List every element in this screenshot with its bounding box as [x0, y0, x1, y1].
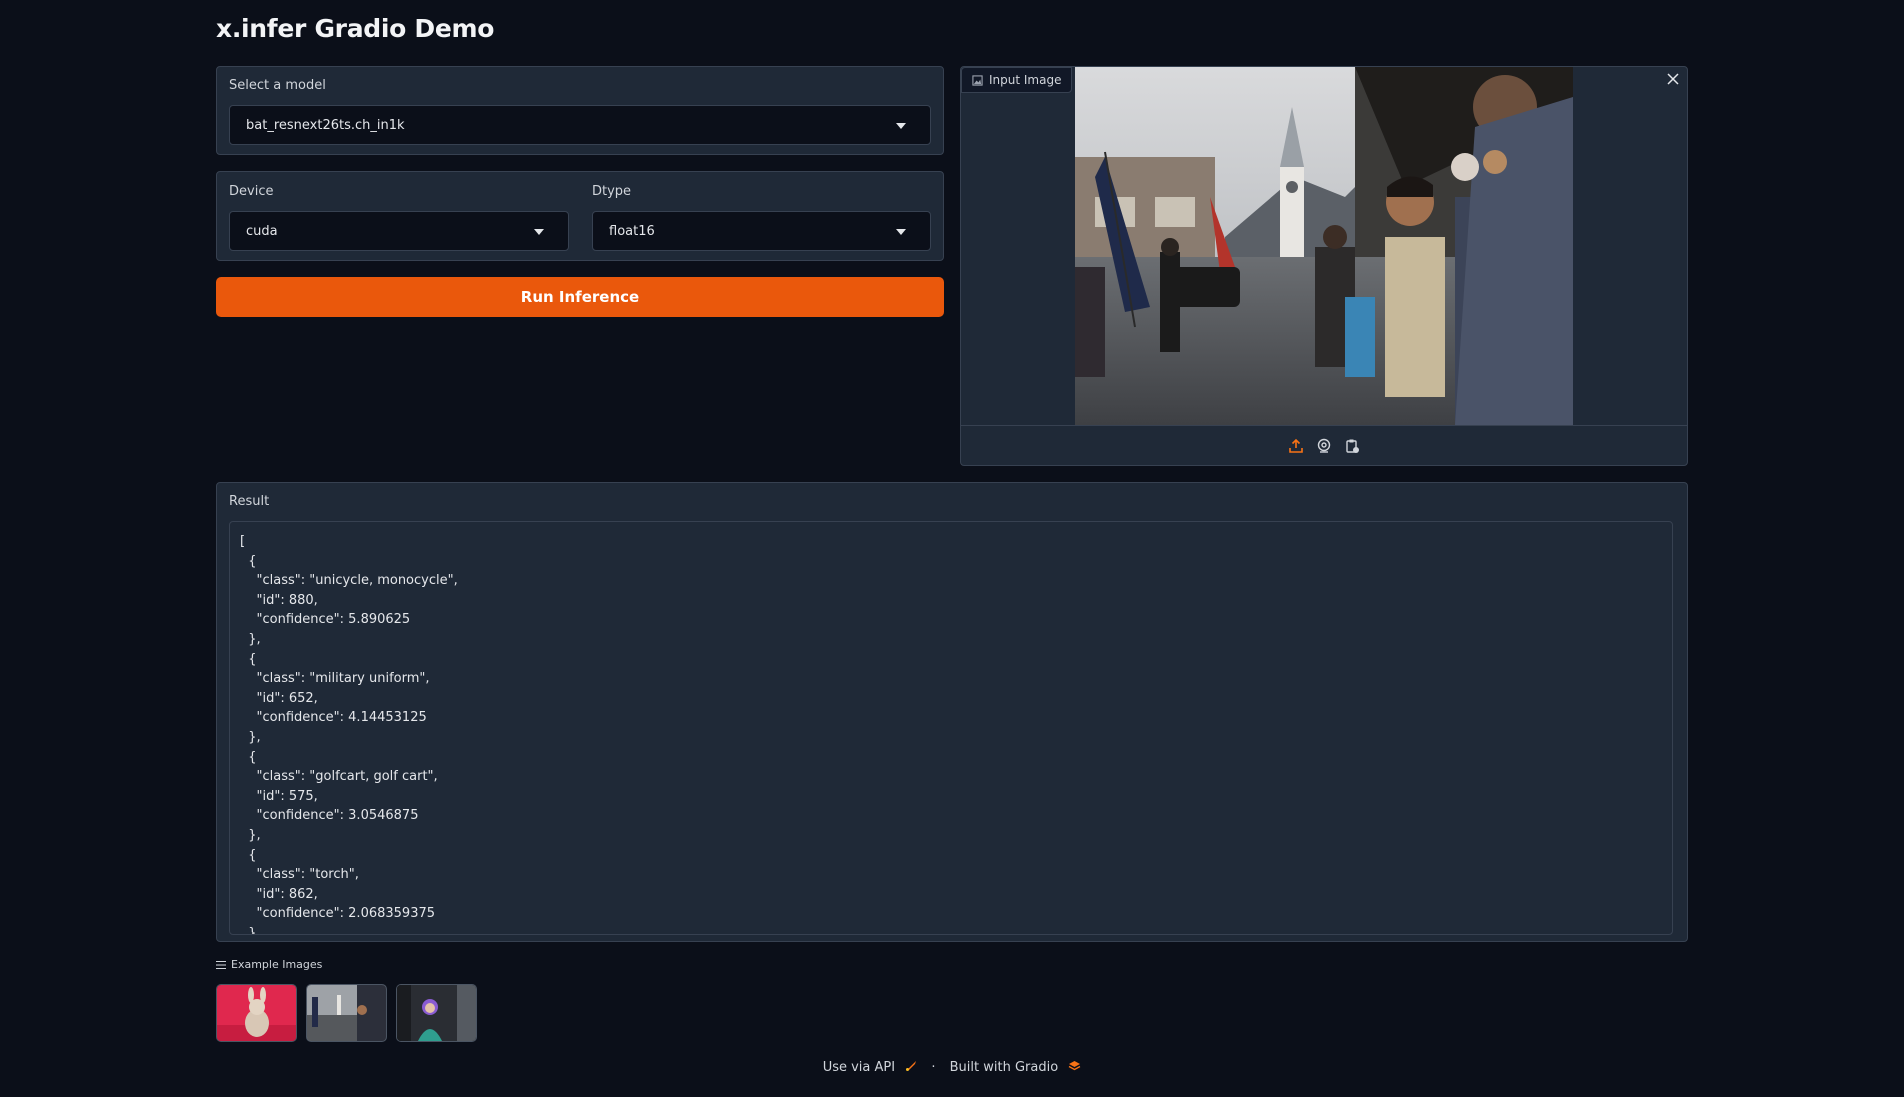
footer-separator: ·	[931, 1060, 936, 1075]
device-label: Device	[229, 184, 274, 199]
page-title: x.infer Gradio Demo	[216, 14, 495, 43]
dtype-label: Dtype	[592, 184, 632, 199]
list-icon	[216, 960, 226, 969]
built-with-gradio-label: Built with Gradio	[949, 1060, 1059, 1075]
image-icon	[972, 74, 983, 86]
clipboard-icon[interactable]	[1344, 438, 1360, 454]
example-image-2[interactable]	[306, 984, 387, 1042]
use-via-api-label: Use via API	[822, 1060, 896, 1075]
examples-label: Example Images	[231, 958, 323, 971]
input-image-panel[interactable]: Input Image	[960, 66, 1688, 466]
model-dropdown[interactable]: bat_resnext26ts.ch_in1k	[229, 105, 931, 145]
result-json-text: [ { "class": "unicycle, monocycle", "id"…	[240, 534, 458, 935]
webcam-icon[interactable]	[1316, 438, 1332, 454]
rocket-icon	[906, 1061, 917, 1071]
parade-photo	[1075, 67, 1573, 425]
result-label: Result	[229, 494, 270, 509]
result-output[interactable]: [ { "class": "unicycle, monocycle", "id"…	[229, 521, 1673, 935]
result-panel: Result [ { "class": "unicycle, monocycle…	[216, 482, 1688, 942]
examples-header: Example Images	[216, 958, 322, 971]
chevron-down-icon	[534, 229, 544, 235]
input-image-preview	[1075, 67, 1573, 425]
device-dropdown[interactable]: cuda	[229, 211, 569, 251]
use-via-api-link[interactable]: Use via API	[823, 1060, 922, 1075]
model-dropdown-value: bat_resnext26ts.ch_in1k	[246, 117, 405, 133]
example-image-1[interactable]	[216, 984, 297, 1042]
footer: Use via API · Built with Gradio	[0, 1060, 1904, 1075]
device-dtype-panel: Device cuda Dtype float16	[216, 171, 944, 261]
example-image-3[interactable]	[396, 984, 477, 1042]
dtype-dropdown[interactable]: float16	[592, 211, 931, 251]
close-icon[interactable]	[1663, 69, 1683, 89]
input-image-label: Input Image	[989, 73, 1062, 87]
model-select-label: Select a model	[229, 78, 326, 93]
run-inference-button[interactable]: Run Inference	[216, 277, 944, 317]
built-with-gradio-link[interactable]: Built with Gradio	[950, 1060, 1082, 1075]
device-dropdown-value: cuda	[246, 223, 278, 239]
model-select-panel: Select a model bat_resnext26ts.ch_in1k	[216, 66, 944, 155]
image-source-toolbar	[961, 425, 1687, 465]
input-image-tag: Input Image	[961, 67, 1073, 93]
upload-icon[interactable]	[1288, 438, 1304, 454]
dtype-dropdown-value: float16	[609, 223, 655, 239]
gradio-logo-icon	[1069, 1061, 1081, 1071]
chevron-down-icon	[896, 123, 906, 129]
chevron-down-icon	[896, 229, 906, 235]
